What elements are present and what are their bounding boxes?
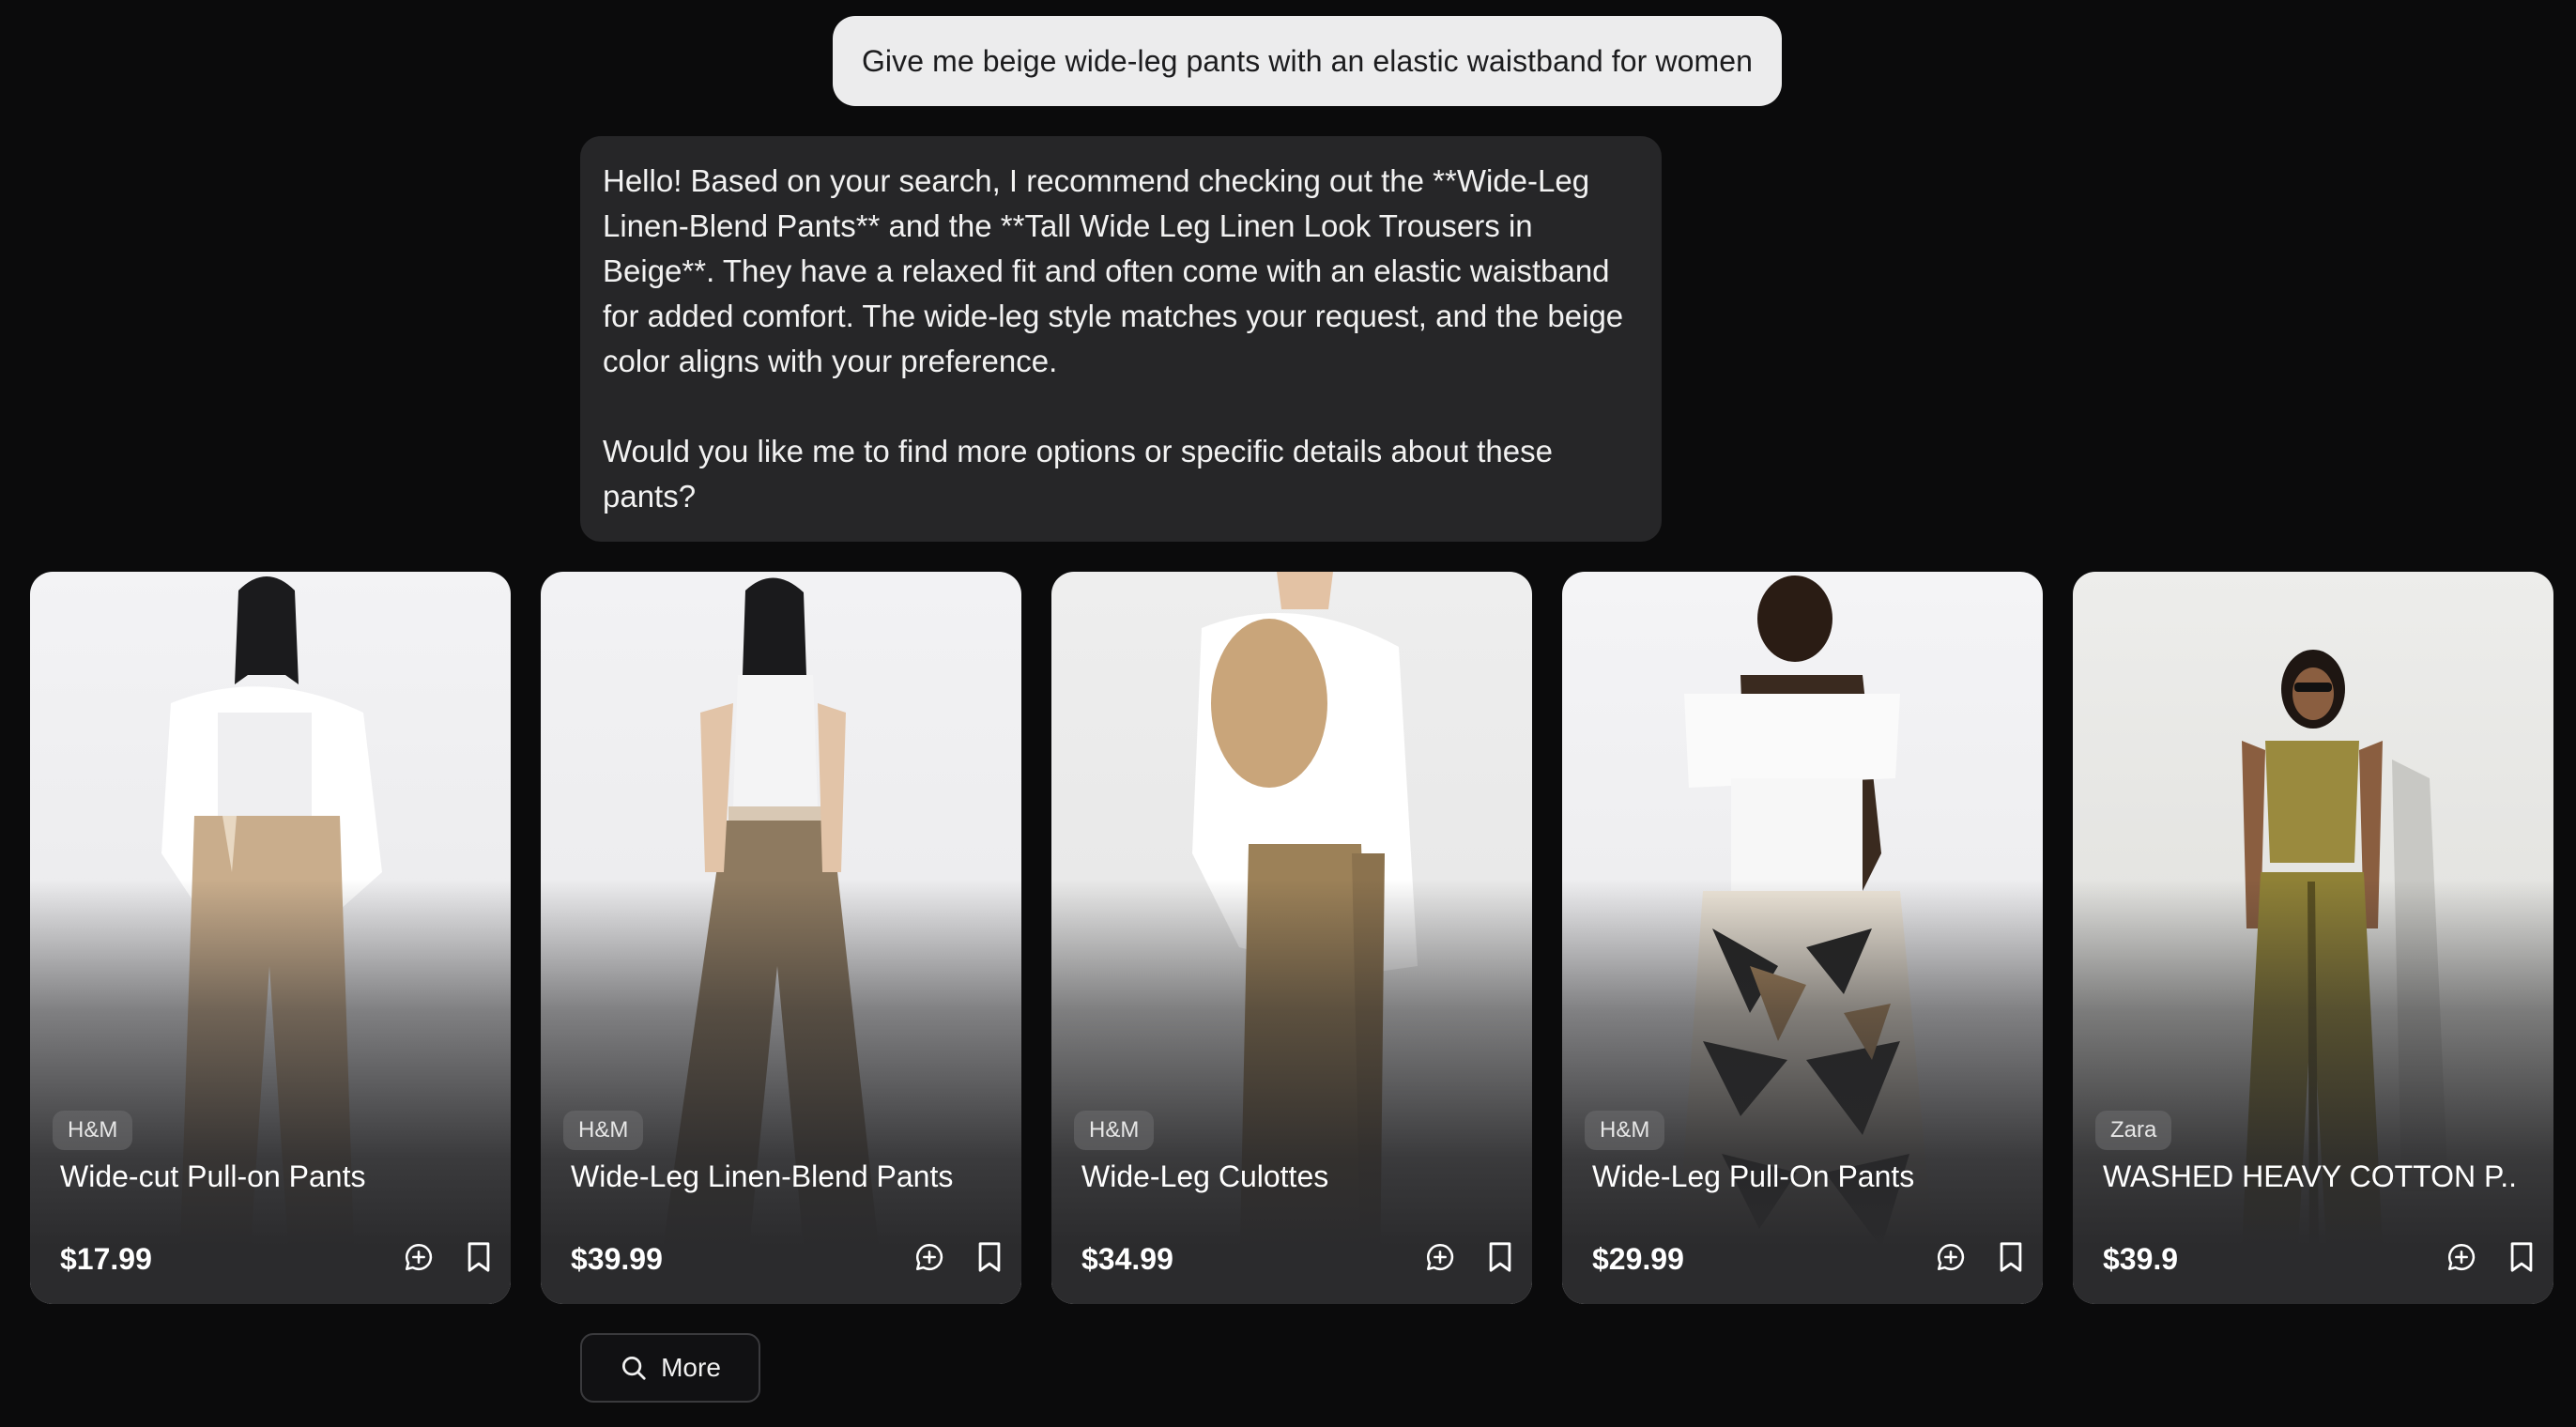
chat-plus-icon — [2447, 1243, 2476, 1271]
save-product-button[interactable] — [1480, 1236, 1521, 1278]
brand-tag: H&M — [1074, 1111, 1155, 1150]
more-results-button[interactable]: More — [580, 1333, 760, 1403]
bookmark-icon — [2000, 1242, 2022, 1272]
product-title[interactable]: Wide-cut Pull-on Pants — [60, 1156, 473, 1197]
save-product-button[interactable] — [2501, 1236, 2542, 1278]
brand-tag: H&M — [1585, 1111, 1665, 1150]
chat-plus-icon — [1426, 1243, 1454, 1271]
product-card[interactable]: H&M Wide-Leg Linen-Blend Pants $39.99 — [541, 572, 1021, 1304]
brand-tag: H&M — [563, 1111, 644, 1150]
ask-about-product-button[interactable] — [909, 1236, 950, 1278]
product-price: $34.99 — [1081, 1242, 1173, 1276]
bookmark-icon — [468, 1242, 490, 1272]
chat-plus-icon — [915, 1243, 943, 1271]
save-product-button[interactable] — [458, 1236, 499, 1278]
user-message-text: Give me beige wide-leg pants with an ela… — [861, 43, 1754, 78]
product-title[interactable]: Wide-Leg Linen-Blend Pants — [571, 1156, 984, 1197]
product-price: $29.99 — [1592, 1242, 1684, 1276]
product-card[interactable]: H&M Wide-cut Pull-on Pants $17.99 — [30, 572, 511, 1304]
user-message-bubble: Give me beige wide-leg pants with an ela… — [833, 16, 1782, 106]
product-price: $39.9 — [2103, 1242, 2179, 1276]
product-card[interactable]: H&M Wide-Leg Culottes $34.99 — [1051, 572, 1532, 1304]
chat-screen: Give me beige wide-leg pants with an ela… — [0, 0, 2576, 1427]
save-product-button[interactable] — [1990, 1236, 2032, 1278]
product-price: $17.99 — [60, 1242, 152, 1276]
assistant-message-paragraph: Would you like me to find more options o… — [603, 434, 1553, 514]
product-carousel: H&M Wide-cut Pull-on Pants $17.99 H&M Wi… — [30, 572, 2553, 1304]
chat-plus-icon — [405, 1243, 433, 1271]
product-title[interactable]: WASHED HEAVY COTTON P... — [2103, 1156, 2516, 1197]
bookmark-icon — [1489, 1242, 1511, 1272]
bookmark-icon — [978, 1242, 1001, 1272]
product-card[interactable]: Zara WASHED HEAVY COTTON P... $39.9 — [2073, 572, 2553, 1304]
ask-about-product-button[interactable] — [2441, 1236, 2482, 1278]
bookmark-icon — [2510, 1242, 2533, 1272]
assistant-message-bubble: Hello! Based on your search, I recommend… — [580, 136, 1662, 542]
product-card[interactable]: H&M Wide-Leg Pull-On Pants $29.99 — [1562, 572, 2043, 1304]
product-title[interactable]: Wide-Leg Culottes — [1081, 1156, 1495, 1197]
assistant-message-paragraph: Hello! Based on your search, I recommend… — [603, 163, 1624, 378]
ask-about-product-button[interactable] — [1419, 1236, 1461, 1278]
save-product-button[interactable] — [969, 1236, 1010, 1278]
ask-about-product-button[interactable] — [398, 1236, 439, 1278]
search-icon — [622, 1357, 646, 1380]
more-button-label: More — [661, 1353, 721, 1382]
product-price: $39.99 — [571, 1242, 663, 1276]
brand-tag: Zara — [2095, 1111, 2172, 1150]
chat-plus-icon — [1937, 1243, 1965, 1271]
product-title[interactable]: Wide-Leg Pull-On Pants — [1592, 1156, 2005, 1197]
brand-tag: H&M — [53, 1111, 133, 1150]
ask-about-product-button[interactable] — [1930, 1236, 1971, 1278]
